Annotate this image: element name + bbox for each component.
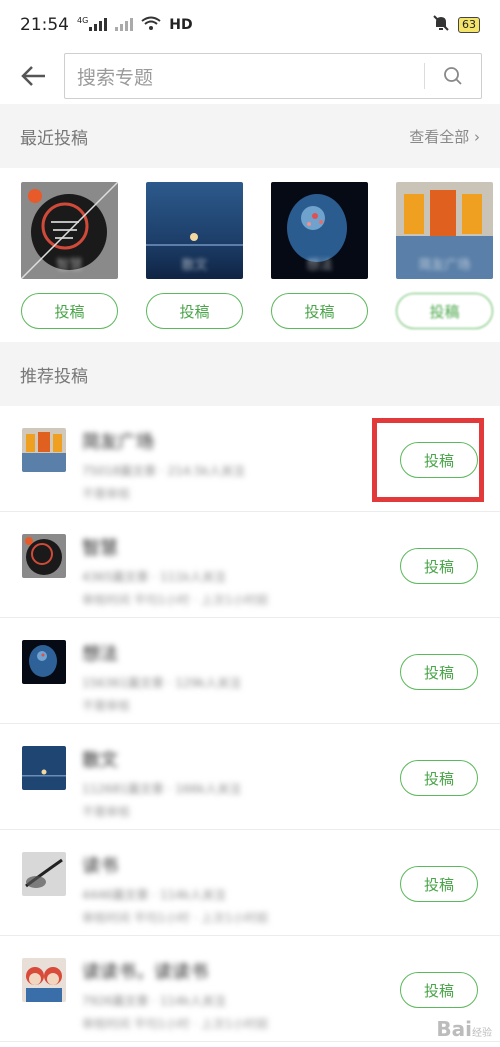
view-all-link[interactable]: 查看全部 ›: [409, 126, 480, 147]
signal-2-icon: [115, 16, 134, 35]
recent-thumb-sea-sunset: 散文: [146, 182, 243, 279]
search-header: 搜索专题: [0, 50, 500, 102]
recent-list: 智慧 投稿 散文 投稿 想法 投稿 简友广场 投稿: [0, 168, 500, 342]
submit-button[interactable]: 投稿: [400, 654, 478, 690]
back-arrow-icon[interactable]: [18, 61, 48, 91]
hd-label: HD: [169, 17, 193, 33]
submit-button[interactable]: 投稿: [271, 293, 368, 329]
submit-button[interactable]: 投稿: [400, 866, 478, 902]
search-input[interactable]: 搜索专题: [64, 53, 482, 99]
signal-icon: 4G: [77, 16, 108, 35]
recent-card[interactable]: 简友广场 投稿: [396, 182, 493, 342]
search-placeholder: 搜索专题: [77, 66, 154, 89]
submit-button[interactable]: 投稿: [400, 442, 478, 478]
list-item[interactable]: 读书 4446篇文章 · 114k人关注 审核时间 平均1小时 · 上次1小时前…: [0, 830, 500, 936]
list-item[interactable]: 简友广场 75018篇文章 · 214.5k人关注 不需审核 投稿: [0, 406, 500, 512]
submit-button[interactable]: 投稿: [146, 293, 243, 329]
submit-button[interactable]: 投稿: [396, 293, 493, 329]
topic-thumb-cartoon-girls: [22, 958, 66, 1002]
mute-icon: [432, 14, 450, 36]
recent-thumb-brain-circuit: 智慧: [21, 182, 118, 279]
recent-title: 最近投稿: [20, 128, 88, 149]
submit-button[interactable]: 投稿: [400, 972, 478, 1008]
recent-header: 最近投稿 查看全部 ›: [0, 104, 500, 168]
recent-card[interactable]: 想法 投稿: [271, 182, 368, 342]
topic-thumb-sea-sunset: [22, 746, 66, 790]
topic-thumb-brain-circuit: [22, 534, 66, 578]
battery-indicator: 63: [458, 17, 480, 33]
topic-thumb-glowing-head: [22, 640, 66, 684]
recent-card[interactable]: 智慧 投稿: [21, 182, 118, 342]
topic-thumb-writing-hand: [22, 852, 66, 896]
topic-review: 审核时间 平均1小时 · 上次1小时前: [82, 1017, 269, 1031]
status-left: 21:54 4G HD: [20, 15, 193, 35]
recent-thumb-label: 想法: [306, 258, 333, 273]
watermark: Bai经验: [436, 1017, 492, 1041]
recent-thumb-label: 简友广场: [418, 258, 471, 273]
status-right: 63: [432, 14, 480, 36]
topic-review: 不需审核: [82, 699, 131, 713]
search-icon[interactable]: [425, 54, 481, 98]
recent-thumb-plaza: 简友广场: [396, 182, 493, 279]
topic-thumb-plaza: [22, 428, 66, 472]
recent-card[interactable]: 散文 投稿: [146, 182, 243, 342]
list-item[interactable]: 散文 112681篇文章 · 166k人关注 不需审核 投稿: [0, 724, 500, 830]
topic-review: 不需审核: [82, 805, 131, 819]
topic-review: 审核时间 平均1小时 · 上次1小时前: [82, 911, 269, 925]
recommend-header: 推荐投稿: [0, 342, 500, 406]
recent-thumb-label: 智慧: [56, 258, 83, 273]
recent-thumb-label: 散文: [181, 258, 208, 273]
list-item[interactable]: 智慧 4365篇文章 · 111k人关注 审核时间 平均1小时 · 上次1小时前…: [0, 512, 500, 618]
list-item[interactable]: 想法 156361篇文章 · 129k人关注 不需审核 投稿: [0, 618, 500, 724]
topic-review: 不需审核: [82, 487, 131, 501]
list-item[interactable]: 读读书，读读书 7926篇文章 · 114k人关注 审核时间 平均1小时 · 上…: [0, 936, 500, 1042]
submit-button[interactable]: 投稿: [21, 293, 118, 329]
recent-thumb-glowing-head: 想法: [271, 182, 368, 279]
recent-section: 最近投稿 查看全部 › 智慧 投稿 散文 投稿 想法 投稿 简友广场 投稿: [0, 104, 500, 342]
submit-button[interactable]: 投稿: [400, 760, 478, 796]
status-bar: 21:54 4G HD 63: [0, 0, 500, 50]
wifi-icon: [141, 16, 161, 35]
topic-review: 审核时间 平均1小时 · 上次1小时前: [82, 593, 269, 607]
status-time: 21:54: [20, 15, 69, 35]
submit-button[interactable]: 投稿: [400, 548, 478, 584]
recommend-title: 推荐投稿: [20, 366, 88, 387]
